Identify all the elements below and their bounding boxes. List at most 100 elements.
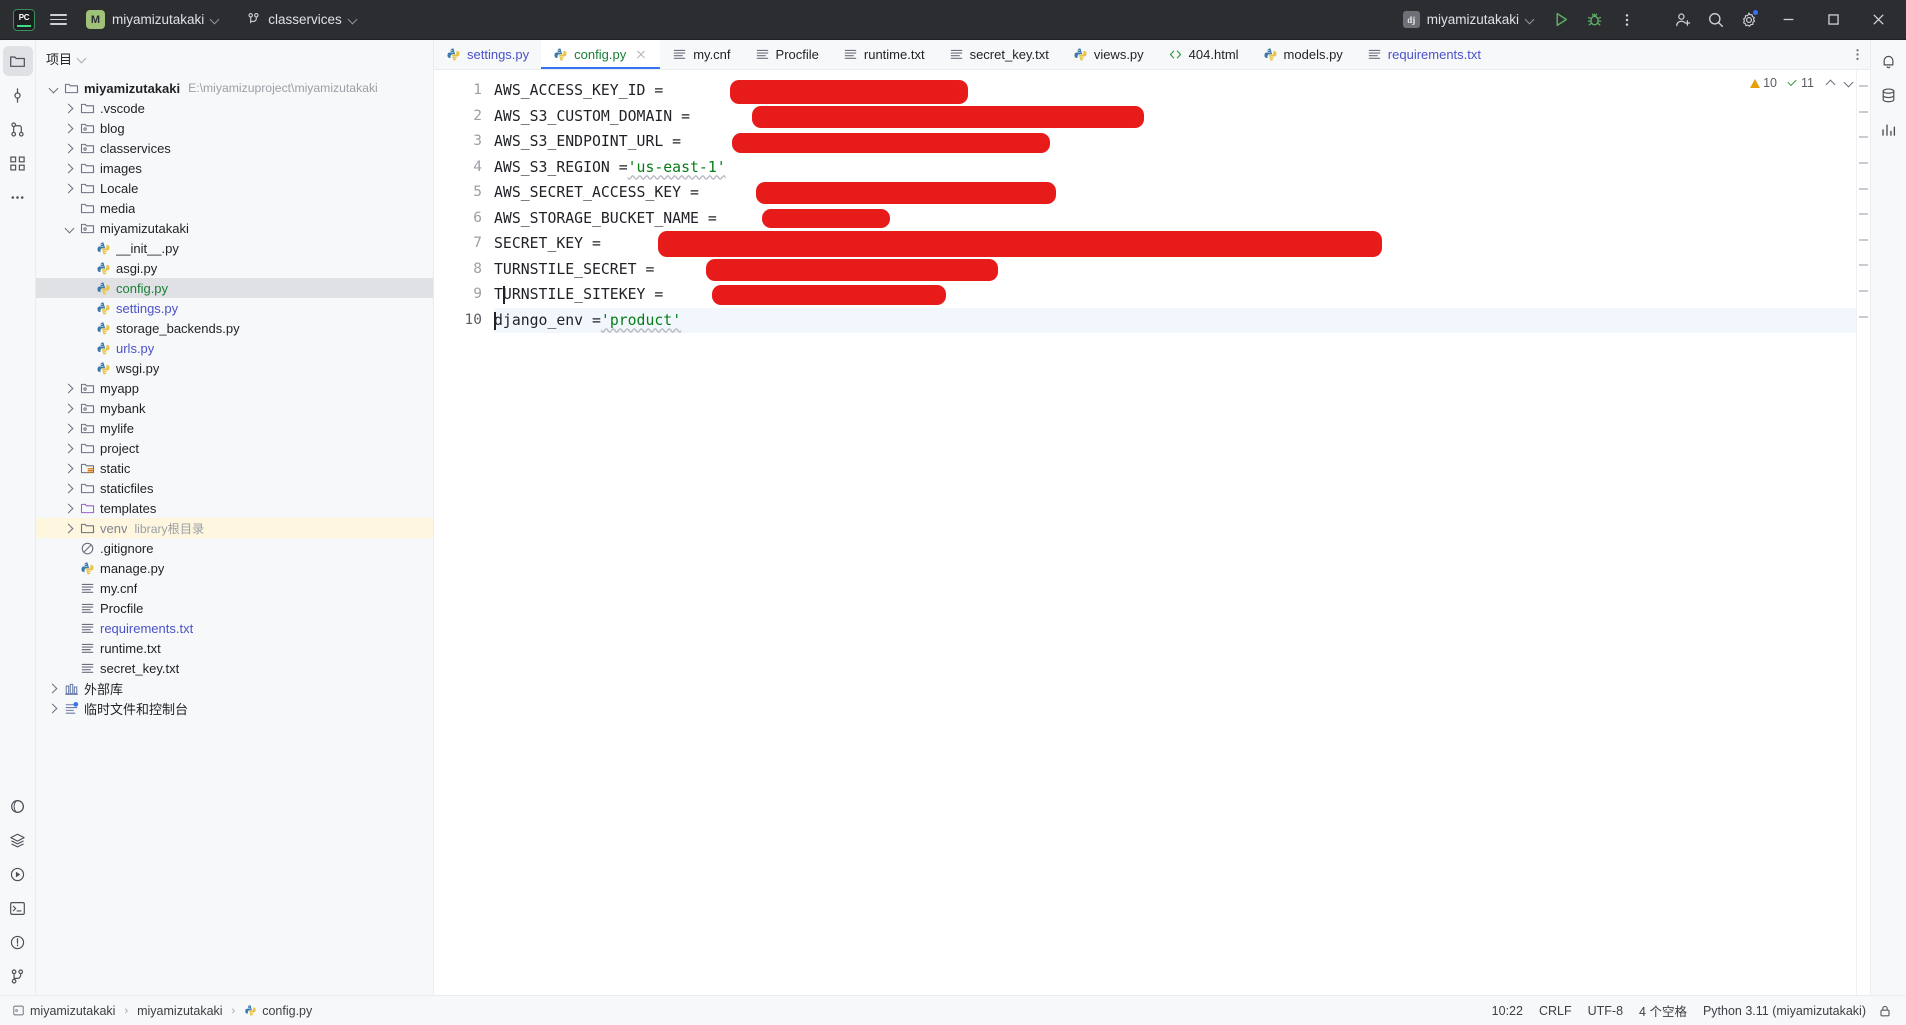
tree-row[interactable]: staticfiles <box>36 478 433 498</box>
editor-tab[interactable]: settings.py <box>434 40 541 69</box>
code-line[interactable]: TURNSTILE_SITEKEY = <box>494 282 1870 308</box>
run-play-icon[interactable] <box>1545 5 1577 35</box>
tree-twisty-closed[interactable] <box>62 421 76 435</box>
tree-row[interactable]: .vscode <box>36 98 433 118</box>
close-icon[interactable] <box>633 47 648 62</box>
sidebar-item-python-packages[interactable] <box>3 791 33 821</box>
editor-tabs[interactable]: settings.py config.py my.cnf Procfile runtim… <box>434 40 1844 69</box>
tree-row[interactable]: classervices <box>36 138 433 158</box>
cursor-position[interactable]: 10:22 <box>1484 1001 1531 1021</box>
tree-twisty-open[interactable] <box>62 221 76 235</box>
tree-twisty-closed[interactable] <box>62 401 76 415</box>
code-line[interactable]: AWS_ACCESS_KEY_ID = <box>494 78 1870 104</box>
file-encoding[interactable]: UTF-8 <box>1580 1001 1631 1021</box>
close-icon[interactable] <box>1856 4 1900 36</box>
pycharm-logo-icon[interactable]: PC <box>8 5 40 35</box>
project-selector[interactable]: M miyamizutakaki <box>80 6 228 34</box>
sidebar-item-problems[interactable] <box>3 927 33 957</box>
sidebar-item-structure[interactable] <box>3 148 33 178</box>
editor-tab[interactable]: models.py <box>1251 40 1355 69</box>
project-file-tree[interactable]: miyamizutakaki E:\miyamizuproject\miyamiz… <box>36 72 433 995</box>
sidebar-item-more[interactable] <box>3 182 33 212</box>
tree-row[interactable]: miyamizutakaki E:\miyamizuproject\miyamiz… <box>36 78 433 98</box>
tree-twisty-closed[interactable] <box>62 381 76 395</box>
indent-setting[interactable]: 4 个空格 <box>1631 998 1695 1023</box>
tree-row[interactable]: venv library根目录 <box>36 518 433 538</box>
maximize-icon[interactable] <box>1811 4 1855 36</box>
search-icon[interactable] <box>1700 5 1732 35</box>
minimize-icon[interactable] <box>1766 4 1810 36</box>
code-line[interactable]: AWS_SECRET_ACCESS_KEY = <box>494 180 1870 206</box>
sidebar-item-notifications[interactable] <box>1874 46 1904 76</box>
code-line[interactable]: TURNSTILE_SECRET = <box>494 257 1870 283</box>
code-line[interactable]: AWS_S3_REGION ='us-east-1' <box>494 155 1870 181</box>
tree-twisty-closed[interactable] <box>62 501 76 515</box>
tree-row[interactable]: miyamizutakaki <box>36 218 433 238</box>
tree-twisty-closed[interactable] <box>62 141 76 155</box>
tree-row[interactable]: 临时文件和控制台 <box>36 698 433 718</box>
tree-row[interactable]: Procfile <box>36 598 433 618</box>
sidebar-item-layers[interactable] <box>3 825 33 855</box>
breadcrumb-item[interactable]: config.py <box>240 1002 316 1020</box>
sidebar-item-run[interactable] <box>3 859 33 889</box>
tree-row[interactable]: settings.py <box>36 298 433 318</box>
breadcrumb[interactable]: miyamizutakaki › miyamizutakaki › config.py <box>8 1002 316 1020</box>
tree-twisty-closed[interactable] <box>62 181 76 195</box>
editor-tab[interactable]: requirements.txt <box>1355 40 1493 69</box>
more-vertical-icon[interactable] <box>1611 5 1643 35</box>
sidebar-item-profiler[interactable] <box>1874 114 1904 144</box>
tree-row[interactable]: media <box>36 198 433 218</box>
sidebar-item-database[interactable] <box>1874 80 1904 110</box>
tree-row[interactable]: blog <box>36 118 433 138</box>
line-separator[interactable]: CRLF <box>1531 1001 1580 1021</box>
tree-row[interactable]: __init__.py <box>36 238 433 258</box>
tree-row[interactable]: images <box>36 158 433 178</box>
run-configuration-selector[interactable]: dj miyamizutakaki <box>1396 6 1542 34</box>
tree-row[interactable]: wsgi.py <box>36 358 433 378</box>
code-content[interactable]: AWS_ACCESS_KEY_ID = AWS_S3_CUSTOM_DOMAIN… <box>494 70 1870 995</box>
git-branch-selector[interactable]: classervices <box>238 6 366 34</box>
editor-tab[interactable]: config.py <box>541 40 661 69</box>
inspection-warnings[interactable]: 10 <box>1750 76 1777 90</box>
sidebar-item-commit[interactable] <box>3 80 33 110</box>
tree-twisty-closed[interactable] <box>62 461 76 475</box>
code-line[interactable]: AWS_S3_CUSTOM_DOMAIN = <box>494 104 1870 130</box>
breadcrumb-item[interactable]: miyamizutakaki <box>133 1002 226 1020</box>
sidebar-item-pull-requests[interactable] <box>3 114 33 144</box>
editor-tabs-options-icon[interactable] <box>1844 40 1870 69</box>
tree-row[interactable]: runtime.txt <box>36 638 433 658</box>
tree-row[interactable]: storage_backends.py <box>36 318 433 338</box>
editor-tab[interactable]: runtime.txt <box>831 40 937 69</box>
tree-row[interactable]: my.cnf <box>36 578 433 598</box>
editor-tab[interactable]: 404.html <box>1156 40 1251 69</box>
tree-row[interactable]: .gitignore <box>36 538 433 558</box>
tree-row[interactable]: asgi.py <box>36 258 433 278</box>
breadcrumb-item[interactable]: miyamizutakaki <box>8 1002 119 1020</box>
code-line[interactable]: AWS_S3_ENDPOINT_URL = <box>494 129 1870 155</box>
tree-twisty-closed[interactable] <box>62 161 76 175</box>
add-account-icon[interactable] <box>1667 5 1699 35</box>
lock-icon[interactable] <box>1874 1001 1896 1021</box>
inspection-ok[interactable]: 11 <box>1787 76 1814 90</box>
tree-twisty-closed[interactable] <box>62 521 76 535</box>
python-interpreter[interactable]: Python 3.11 (miyamizutakaki) <box>1695 1001 1874 1021</box>
tree-row[interactable]: 外部库 <box>36 678 433 698</box>
tree-row[interactable]: templates <box>36 498 433 518</box>
sidebar-item-version-control[interactable] <box>3 961 33 991</box>
editor-tab[interactable]: views.py <box>1061 40 1156 69</box>
editor-marker-strip[interactable] <box>1856 70 1870 995</box>
tree-twisty-closed[interactable] <box>62 121 76 135</box>
tree-row[interactable]: mylife <box>36 418 433 438</box>
tree-row[interactable]: manage.py <box>36 558 433 578</box>
tree-twisty-closed[interactable] <box>62 441 76 455</box>
tree-twisty-closed[interactable] <box>62 481 76 495</box>
sidebar-item-terminal[interactable] <box>3 893 33 923</box>
hamburger-menu-icon[interactable] <box>42 5 74 35</box>
tree-row[interactable]: Locale <box>36 178 433 198</box>
sidebar-item-project[interactable] <box>2 46 33 76</box>
tree-row[interactable]: urls.py <box>36 338 433 358</box>
tree-row[interactable]: myapp <box>36 378 433 398</box>
tree-twisty-closed[interactable] <box>46 681 60 695</box>
debug-bug-icon[interactable] <box>1578 5 1610 35</box>
tree-row[interactable]: secret_key.txt <box>36 658 433 678</box>
